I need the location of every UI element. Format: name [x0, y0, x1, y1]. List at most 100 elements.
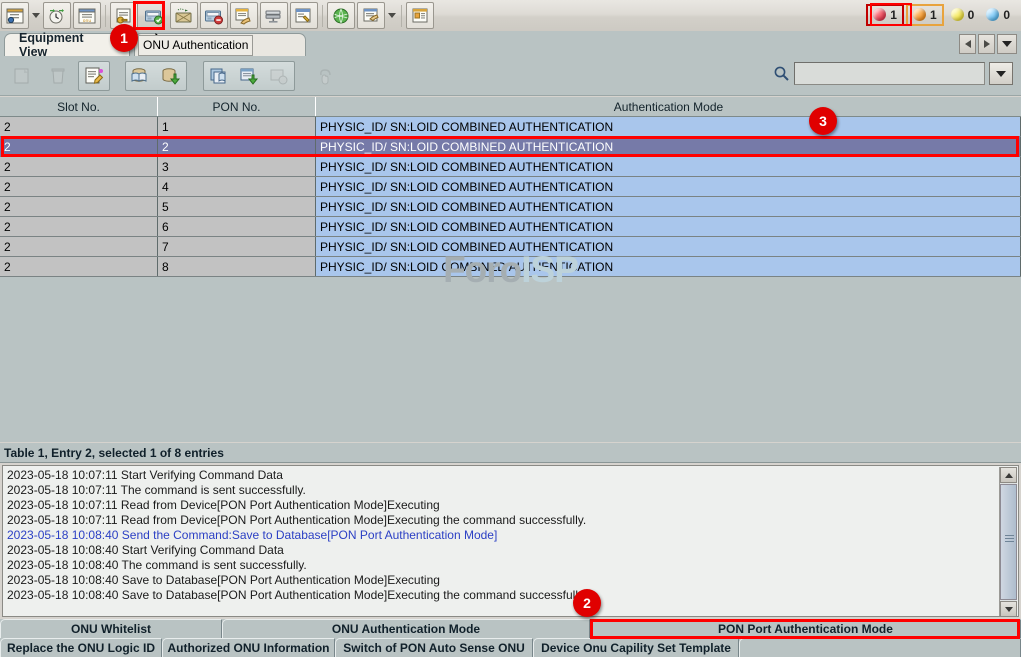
column-header-authentication-mode[interactable]: Authentication Mode	[316, 97, 1021, 116]
bottom-tab-authorized-onu-information[interactable]: Authorized ONU Information	[162, 638, 335, 657]
device-config-icon[interactable]	[290, 2, 318, 29]
warning-alarm-icon	[986, 8, 999, 21]
log-scrollbar[interactable]	[999, 467, 1017, 617]
scroll-up-button[interactable]	[1000, 467, 1017, 483]
cell-authentication-mode: PHYSIC_ID/ SN:LOID COMBINED AUTHENTICATI…	[316, 117, 1021, 136]
cell-slot-no: 2	[0, 137, 158, 156]
status-light-critical[interactable]: 1	[866, 4, 904, 26]
global-network-icon[interactable]	[327, 2, 355, 29]
new-icon[interactable]	[6, 61, 38, 91]
report-dropdown-arrow-icon[interactable]	[386, 3, 398, 28]
toolbar-separator-2	[322, 5, 323, 27]
log-line: 2023-05-18 10:08:40 The command is sent …	[3, 558, 1018, 573]
authentication-table: ForoISP Slot No. PON No. Authentication …	[0, 97, 1021, 442]
column-header-slot-no[interactable]: Slot No.	[0, 97, 158, 116]
chevron-down-icon	[996, 71, 1006, 77]
apply-rows-icon[interactable]	[234, 62, 264, 90]
column-header-pon-no[interactable]: PON No.	[158, 97, 316, 116]
warning-alarm-count: 0	[1003, 8, 1010, 22]
table-row[interactable]: 21PHYSIC_ID/ SN:LOID COMBINED AUTHENTICA…	[0, 117, 1021, 137]
log-panel: 2023-05-18 10:07:11 Start Verifying Comm…	[2, 465, 1019, 617]
bottom-tab-empty[interactable]	[739, 638, 1021, 657]
cell-slot-no: 2	[0, 117, 158, 136]
search-icon[interactable]	[773, 65, 790, 82]
search-area	[773, 62, 1013, 85]
tab-scroll-right-button[interactable]	[978, 34, 995, 54]
table-header-row: Slot No. PON No. Authentication Mode	[0, 97, 1021, 117]
content-toolbar	[0, 56, 1021, 96]
delete-icon[interactable]	[42, 61, 74, 91]
onu-authentication-icon[interactable]	[140, 2, 168, 29]
critical-alarm-icon	[873, 8, 886, 21]
cell-pon-no: 6	[158, 217, 316, 236]
bottom-tab-switch-of-pon-auto-sense-onu[interactable]: Switch of PON Auto Sense ONU	[335, 638, 533, 657]
badge-number: 1	[120, 30, 128, 46]
cell-pon-no: 2	[158, 137, 316, 156]
copy-rows-icon[interactable]	[204, 62, 234, 90]
device-stack-icon[interactable]	[260, 2, 288, 29]
chevron-left-icon	[965, 40, 971, 48]
device-manager-dropdown-arrow-icon[interactable]	[30, 3, 42, 28]
search-dropdown-button[interactable]	[989, 62, 1013, 85]
cell-authentication-mode: PHYSIC_ID/ SN:LOID COMBINED AUTHENTICATI…	[316, 177, 1021, 196]
device-manager-icon[interactable]	[1, 2, 29, 29]
refresh-hand-icon[interactable]	[310, 61, 342, 91]
onu-auto-find-icon[interactable]	[170, 2, 198, 29]
bottom-tab-row-2: Replace the ONU Logic IDAuthorized ONU I…	[0, 638, 1021, 657]
cell-pon-no: 5	[158, 197, 316, 216]
bottom-tab-pon-port-authentication-mode[interactable]: PON Port Authentication Mode	[590, 619, 1021, 638]
cell-slot-no: 2	[0, 257, 158, 276]
bottom-tab-device-onu-capility-set-template[interactable]: Device Onu Capility Set Template	[533, 638, 739, 657]
tab-scroll-left-button[interactable]	[959, 34, 976, 54]
log-line: 2023-05-18 10:08:40 Start Verifying Comm…	[3, 543, 1018, 558]
onu-unauthorize-icon[interactable]	[200, 2, 228, 29]
cell-authentication-mode: PHYSIC_ID/ SN:LOID COMBINED AUTHENTICATI…	[316, 237, 1021, 256]
bottom-tab-row-1: ONU WhitelistONU Authentication ModePON …	[0, 619, 1021, 638]
cancel-rows-icon[interactable]	[264, 62, 294, 90]
status-light-minor[interactable]: 0	[946, 6, 980, 24]
cell-authentication-mode: PHYSIC_ID/ SN:LOID COMBINED AUTHENTICATI…	[316, 157, 1021, 176]
onu-list-icon[interactable]: onu	[73, 2, 101, 29]
read-from-device-icon[interactable]	[126, 62, 156, 90]
tab-list-button[interactable]	[997, 34, 1017, 54]
table-row[interactable]: 23PHYSIC_ID/ SN:LOID COMBINED AUTHENTICA…	[0, 157, 1021, 177]
cell-slot-no: 2	[0, 157, 158, 176]
cell-authentication-mode: PHYSIC_ID/ SN:LOID COMBINED AUTHENTICATI…	[316, 217, 1021, 236]
edit-icon[interactable]	[78, 61, 110, 91]
log-body: 2023-05-18 10:07:11 Start Verifying Comm…	[3, 466, 1018, 603]
table-row[interactable]: 26PHYSIC_ID/ SN:LOID COMBINED AUTHENTICA…	[0, 217, 1021, 237]
critical-alarm-count: 1	[890, 8, 897, 22]
status-light-major[interactable]: 1	[906, 4, 944, 26]
bottom-tab-onu-authentication-mode[interactable]: ONU Authentication Mode	[222, 619, 590, 638]
bottom-tab-onu-whitelist[interactable]: ONU Whitelist	[0, 619, 222, 638]
annotation-badge-1: 1	[110, 24, 138, 52]
scroll-down-button[interactable]	[1000, 601, 1017, 617]
template-icon[interactable]	[406, 2, 434, 29]
major-alarm-count: 1	[930, 8, 937, 22]
table-row[interactable]: 28PHYSIC_ID/ SN:LOID COMBINED AUTHENTICA…	[0, 257, 1021, 277]
timing-task-icon[interactable]	[43, 2, 71, 29]
chevron-right-icon	[984, 40, 990, 48]
toolbar-group-1: onu	[0, 2, 102, 29]
major-alarm-icon	[913, 8, 926, 21]
table-row[interactable]: 25PHYSIC_ID/ SN:LOID COMBINED AUTHENTICA…	[0, 197, 1021, 217]
log-line: 2023-05-18 10:07:11 Read from Device[PON…	[3, 513, 1018, 528]
onu-payment-icon[interactable]	[230, 2, 258, 29]
cell-slot-no: 2	[0, 237, 158, 256]
main-toolbar: onu	[0, 0, 1021, 32]
search-input[interactable]	[794, 62, 985, 85]
log-line: 2023-05-18 10:07:11 The command is sent …	[3, 483, 1018, 498]
bottom-tab-replace-the-onu-logic-id[interactable]: Replace the ONU Logic ID	[0, 638, 162, 657]
scrollbar-thumb[interactable]	[1000, 484, 1017, 600]
table-row[interactable]: 27PHYSIC_ID/ SN:LOID COMBINED AUTHENTICA…	[0, 237, 1021, 257]
status-light-warning[interactable]: 0	[981, 6, 1015, 24]
tab-tooltip: ONU Authentication	[138, 35, 253, 56]
report-icon[interactable]	[357, 2, 385, 29]
svg-text:onu: onu	[83, 19, 92, 24]
log-line: 2023-05-18 10:08:40 Save to Database[PON…	[3, 588, 1018, 603]
save-to-database-icon[interactable]	[156, 62, 186, 90]
table-row[interactable]: 24PHYSIC_ID/ SN:LOID COMBINED AUTHENTICA…	[0, 177, 1021, 197]
cell-pon-no: 4	[158, 177, 316, 196]
chevron-down-icon	[1005, 607, 1013, 612]
table-row[interactable]: 22PHYSIC_ID/ SN:LOID COMBINED AUTHENTICA…	[0, 137, 1021, 157]
